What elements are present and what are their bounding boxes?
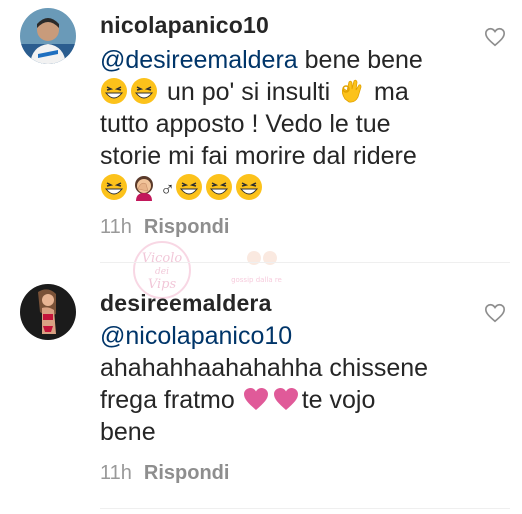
heart-icon[interactable] bbox=[484, 302, 506, 324]
comment-meta: 11h Rispondi bbox=[100, 462, 229, 485]
facepalm-woman-emoji-icon bbox=[135, 176, 153, 201]
comment-2: desireemaldera @nicolapanico10 ahahahhaa… bbox=[0, 270, 522, 514]
grinning-squint-emoji-icon bbox=[131, 78, 157, 104]
comment-text: un po' si insulti bbox=[160, 78, 338, 106]
reply-button[interactable]: Rispondi bbox=[144, 216, 230, 239]
grinning-squint-emoji-icon bbox=[101, 78, 127, 104]
grinning-squint-emoji-icon bbox=[236, 174, 262, 200]
comment-meta: 11h Rispondi bbox=[100, 216, 229, 239]
comment-text: bene bene bbox=[297, 46, 423, 74]
grinning-squint-emoji-icon bbox=[176, 174, 202, 200]
comment-username[interactable]: nicolapanico10 bbox=[100, 12, 269, 39]
avatar-nicolapanico10[interactable] bbox=[20, 8, 76, 64]
comment-text: storie mi fai morire dal ridere bbox=[100, 142, 417, 170]
pink-heart-emoji-icon bbox=[273, 388, 298, 410]
comment-text: te vojo bbox=[301, 386, 376, 414]
comment-text: ahahahhaahahahha chissene bbox=[100, 354, 429, 382]
mention-link[interactable]: @nicolapanico10 bbox=[100, 320, 480, 352]
comment-text: tutto apposto ! Vedo le tue bbox=[100, 110, 391, 138]
pink-heart-emoji-icon bbox=[243, 388, 268, 410]
male-sign-text: ♂ bbox=[160, 179, 175, 201]
comment-body: @nicolapanico10 ahahahhaahahahha chissen… bbox=[100, 320, 480, 448]
comment-divider bbox=[100, 262, 510, 263]
comment-text: bene bbox=[100, 418, 156, 446]
mention-link[interactable]: @desireemaldera bbox=[100, 46, 298, 74]
comment-text: frega fratmo bbox=[100, 386, 242, 414]
avatar-desireemaldera[interactable] bbox=[20, 284, 76, 340]
reply-button[interactable]: Rispondi bbox=[144, 462, 230, 485]
watermark-line1: Vicolo bbox=[142, 251, 183, 266]
grinning-squint-emoji-icon bbox=[101, 174, 127, 200]
grinning-squint-emoji-icon bbox=[206, 174, 232, 200]
ok-hand-emoji-icon bbox=[342, 79, 362, 103]
comment-timestamp: 11h bbox=[100, 462, 132, 484]
comment-body: @desireemaldera bene bene un po' si insu… bbox=[100, 44, 480, 206]
comment-text: ma bbox=[367, 78, 409, 106]
comment-username[interactable]: desireemaldera bbox=[100, 290, 272, 317]
comment-divider bbox=[100, 508, 510, 509]
comment-1: nicolapanico10 @desireemaldera bene bene… bbox=[0, 0, 522, 250]
comment-timestamp: 11h bbox=[100, 216, 132, 238]
heart-icon[interactable] bbox=[484, 26, 506, 48]
